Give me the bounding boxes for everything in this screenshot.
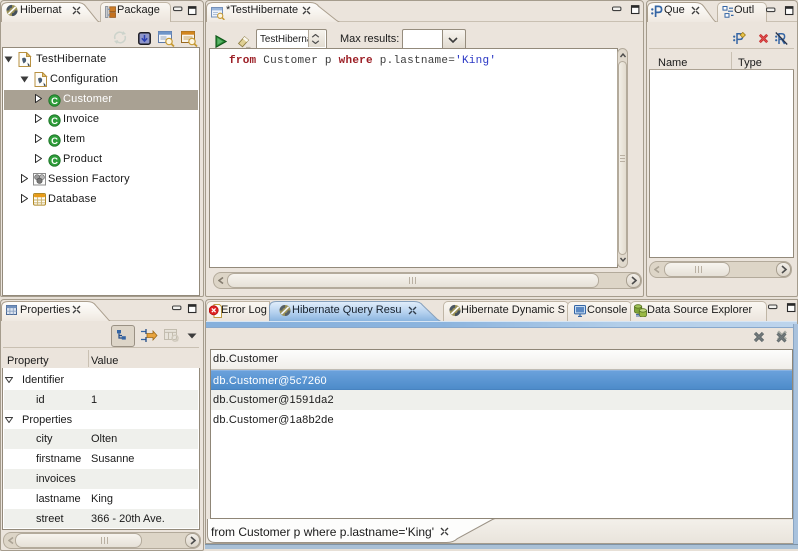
svg-text:C: C — [51, 116, 58, 127]
svg-text:C: C — [51, 136, 58, 147]
svg-text:C: C — [51, 96, 58, 107]
svg-text:C: C — [51, 156, 58, 167]
